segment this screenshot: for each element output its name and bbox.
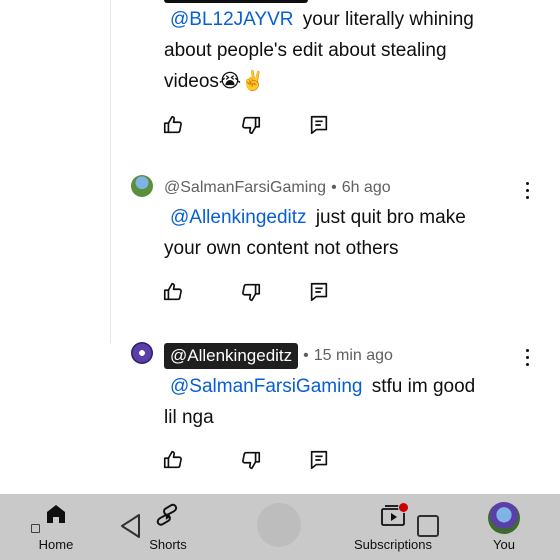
more-options-button[interactable]: [520, 182, 536, 202]
notification-dot: [398, 502, 409, 513]
comment-body: @SalmanFarsiGaming stfu im good lil nga: [164, 371, 514, 433]
comment-body: @BL12JAYVR your literally whining about …: [164, 4, 514, 97]
dislike-button[interactable]: [240, 114, 266, 140]
author-name[interactable]: @SalmanFarsiGaming: [164, 179, 326, 197]
mention-link[interactable]: @SalmanFarsiGaming: [164, 376, 366, 397]
nav-subscriptions-label: Subscriptions: [353, 537, 433, 552]
avatar[interactable]: [131, 175, 153, 197]
previous-author-pill-edge: [164, 0, 308, 3]
system-recents-icon[interactable]: [417, 515, 439, 537]
comment-body: @Allenkingeditz just quit bro make your …: [164, 202, 514, 264]
nav-shorts-label: Shorts: [149, 537, 187, 552]
nav-shorts[interactable]: Shorts: [138, 494, 198, 560]
system-recents-small-icon[interactable]: [31, 524, 40, 533]
more-options-button[interactable]: [520, 349, 536, 369]
comment-meta: @SalmanFarsiGaming • 6h ago: [164, 174, 391, 202]
mention-link[interactable]: @Allenkingeditz: [164, 207, 311, 228]
more-vert-icon: [526, 182, 530, 186]
more-vert-icon: [526, 349, 530, 353]
thumbs-down-icon: [242, 283, 261, 302]
avatar[interactable]: [131, 342, 153, 364]
comment-text-line: about people's edit about stealing: [164, 40, 447, 61]
dislike-button[interactable]: [240, 281, 266, 307]
separator-dot: •: [303, 347, 309, 364]
reply-icon: [310, 450, 328, 470]
thumbs-down-icon: [242, 451, 261, 470]
dislike-button[interactable]: [240, 449, 266, 475]
comment-text-line: your literally whining: [302, 9, 474, 30]
comment-text-line: videos😭✌️: [164, 71, 265, 92]
reply-thread-line: [110, 0, 111, 343]
reply-button[interactable]: [308, 114, 334, 140]
reply-icon: [310, 282, 328, 302]
system-back-icon[interactable]: [118, 512, 144, 540]
thumbs-down-icon: [242, 116, 261, 135]
comment-actions: [160, 114, 340, 142]
system-home-button[interactable]: [257, 503, 301, 547]
shorts-icon: [156, 503, 178, 526]
author-name-highlighted[interactable]: @Allenkingeditz: [164, 343, 299, 369]
like-button[interactable]: [162, 281, 188, 307]
nav-home-label: Home: [38, 537, 74, 552]
like-button[interactable]: [162, 449, 188, 475]
comment-time: 15 min ago: [313, 347, 393, 364]
nav-you-label: You: [493, 537, 515, 552]
reply-button[interactable]: [308, 449, 334, 475]
comment-actions: [160, 449, 340, 477]
thumbs-up-icon: [163, 282, 182, 301]
home-icon: [47, 505, 65, 523]
mention-link[interactable]: @BL12JAYVR: [164, 9, 298, 30]
reply-button[interactable]: [308, 281, 334, 307]
you-avatar[interactable]: [488, 502, 520, 534]
comment-actions: [160, 281, 340, 309]
comment-text-line: just quit bro make: [315, 207, 466, 228]
comment-text-line: your own content not others: [164, 238, 399, 259]
comment-text-line: lil nga: [164, 407, 214, 428]
thumbs-up-icon: [163, 450, 182, 469]
comment-text-line: stfu im good: [371, 376, 476, 397]
comment-time: 6h ago: [341, 179, 391, 196]
thumbs-up-icon: [163, 115, 182, 134]
separator-dot: •: [331, 179, 337, 196]
comment-meta: @Allenkingeditz • 15 min ago: [164, 342, 393, 370]
like-button[interactable]: [162, 114, 188, 140]
reply-icon: [310, 115, 328, 135]
